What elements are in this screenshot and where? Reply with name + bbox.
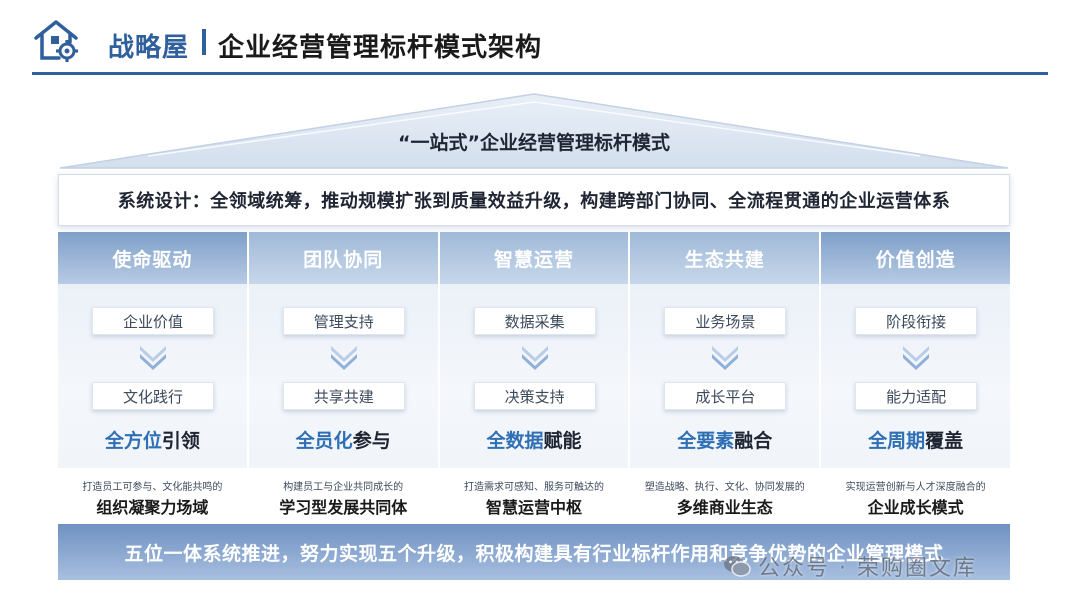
pillar-base-title: 学习型发展共同体 (279, 498, 408, 517)
title-separator (202, 29, 206, 55)
pillar-chip-bottom: 能力适配 (855, 382, 978, 410)
double-chevron-down-icon (140, 346, 166, 370)
pillar-slogan: 全周期覆盖 (821, 426, 1010, 453)
pillar-title: 价值创造 (875, 248, 956, 271)
slogan-rest: 赋能 (543, 430, 582, 452)
system-design-text: 系统设计：全领域统筹，推动规模扩张到质量效益升级，构建跨部门协同、全流程贯通的企… (117, 191, 951, 212)
pillar-base-title: 组织凝聚力场域 (96, 498, 209, 517)
pillars-row: 使命驱动 企业价值 文化践行 全方位引领 打造员工可参与、文化能共鸣的 组织凝聚… (58, 232, 1010, 524)
pillar-chip-top: 企业价值 (92, 307, 214, 335)
pillar-chip-top: 阶段衔接 (855, 307, 978, 335)
roof-title: “一站式”企业经营管理标杆模式 (398, 132, 670, 154)
pillar-slogan: 全方位引领 (58, 426, 247, 453)
pillar-slogan: 全数据赋能 (440, 426, 629, 453)
pillar-ecosystem: 生态共建 业务场景 成长平台 全要素融合 塑造战略、执行、文化、协同发展的 多维… (630, 232, 820, 524)
pillar-base-subtitle: 实现运营创新与人才深度融合的 (845, 482, 986, 493)
pillar-chip-top: 数据采集 (473, 307, 596, 335)
pillar-header: 团队协同 (248, 232, 438, 284)
slogan-rest: 覆盖 (925, 430, 964, 452)
pillar-chip-bottom: 成长平台 (664, 382, 787, 410)
system-design-banner: 系统设计：全领域统筹，推动规模扩张到质量效益升级，构建跨部门协同、全流程贯通的企… (58, 174, 1010, 226)
pillar-base-subtitle: 打造需求可感知、服务可触达的 (463, 482, 604, 493)
slogan-rest: 融合 (734, 430, 773, 452)
header-divider (32, 72, 1048, 75)
pillar-base-subtitle: 构建员工与企业共同成长的 (283, 482, 404, 493)
pillar-chip-top: 管理支持 (282, 307, 405, 335)
pillar-base-subtitle: 塑造战略、执行、文化、协同发展的 (644, 482, 805, 493)
slogan-emphasis: 全周期 (868, 430, 926, 452)
pillar-chip-bottom: 决策支持 (473, 382, 596, 410)
pillar-base-title: 智慧运营中枢 (485, 498, 582, 517)
pillar-title: 智慧运营 (493, 248, 574, 271)
pillar-title: 生态共建 (684, 248, 765, 271)
pillar-mission: 使命驱动 企业价值 文化践行 全方位引领 打造员工可参与、文化能共鸣的 组织凝聚… (58, 232, 247, 524)
double-chevron-down-icon (712, 346, 739, 370)
watermark-text: 公众号 · 荣购圈文库 (758, 556, 977, 581)
pillar-smart-ops: 智慧运营 数据采集 决策支持 全数据赋能 打造需求可感知、服务可触达的 智慧运营… (439, 232, 629, 524)
pillar-slogan: 全员化参与 (249, 426, 438, 453)
page-header: 战略屋 企业经营管理标杆模式架构 (0, 0, 1080, 78)
pillar-value-creation: 价值创造 阶段衔接 能力适配 全周期覆盖 实现运营创新与人才深度融合的 企业成长… (821, 232, 1010, 524)
pillar-chip-top: 业务场景 (664, 307, 787, 335)
double-chevron-down-icon (521, 346, 548, 370)
slogan-emphasis: 全要素 (677, 430, 735, 452)
pillar-chip-bottom: 共享共建 (282, 382, 405, 410)
pillar-title: 团队协同 (303, 248, 384, 271)
pillar-base-title: 企业成长模式 (867, 498, 964, 517)
pillar-header: 价值创造 (821, 232, 1010, 284)
slogan-emphasis: 全数据 (486, 430, 544, 452)
page-title-accent: 战略屋 (108, 33, 190, 63)
pillar-base-subtitle: 打造员工可参与、文化能共鸣的 (82, 482, 223, 493)
pillar-header: 生态共建 (630, 232, 820, 284)
pillar-base-title: 多维商业生态 (676, 498, 773, 517)
slogan-rest: 参与 (352, 430, 391, 452)
pillar-teamwork: 团队协同 管理支持 共享共建 全员化参与 构建员工与企业共同成长的 学习型发展共… (248, 232, 438, 524)
watermark: 公众号 · 荣购圈文库 (722, 549, 977, 583)
pillar-title: 使命驱动 (112, 248, 193, 271)
pillar-header: 智慧运营 (439, 232, 629, 284)
page-title: 企业经营管理标杆模式架构 (218, 33, 543, 63)
slogan-emphasis: 全员化 (295, 430, 353, 452)
double-chevron-down-icon (330, 346, 357, 370)
slogan-emphasis: 全方位 (104, 430, 162, 452)
double-chevron-down-icon (903, 346, 930, 370)
house-gear-icon (34, 20, 78, 62)
pillar-slogan: 全要素融合 (630, 426, 819, 453)
pillar-header: 使命驱动 (58, 232, 247, 284)
slogan-rest: 引领 (161, 430, 200, 452)
pillar-chip-bottom: 文化践行 (92, 382, 214, 410)
wechat-icon (724, 556, 751, 577)
